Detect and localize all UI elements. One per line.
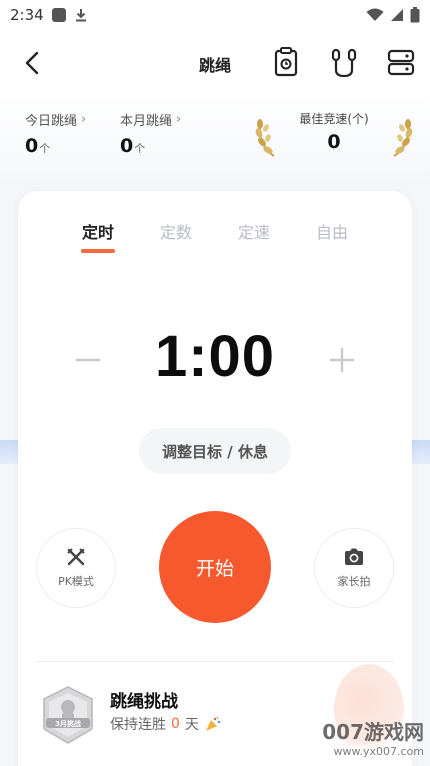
jump-rope-icon[interactable] bbox=[329, 46, 359, 78]
start-button[interactable]: 开始 bbox=[159, 511, 271, 623]
best-speed-stat: 最佳竞速(个) 0 bbox=[255, 110, 413, 160]
month-stat-value: 0个 bbox=[120, 135, 181, 157]
adjust-goal-rest-button[interactable]: 调整目标 / 休息 bbox=[139, 428, 291, 474]
active-tab-indicator bbox=[81, 249, 115, 253]
chevron-right-icon: › bbox=[81, 112, 87, 127]
pk-mode-button[interactable]: PK模式 bbox=[36, 528, 116, 608]
status-bar: 2:34 bbox=[0, 0, 430, 30]
today-stat-label[interactable]: 今日跳绳 › bbox=[25, 110, 86, 129]
tab-speed[interactable]: 定速 bbox=[224, 219, 284, 243]
today-stat-value: 0个 bbox=[25, 135, 86, 157]
signal-icon bbox=[391, 9, 403, 21]
tab-timed[interactable]: 定时 bbox=[68, 219, 128, 243]
best-speed-label: 最佳竞速(个) bbox=[299, 112, 369, 126]
challenge-medal-icon: 3月挑战 bbox=[43, 686, 93, 744]
best-speed-value: 0 bbox=[327, 131, 341, 153]
parent-shoot-label: 家长拍 bbox=[337, 575, 371, 588]
laurel-left-icon bbox=[255, 119, 275, 157]
decorative-blob bbox=[334, 664, 404, 754]
stats-panel: 今日跳绳 › 0个 本月跳绳 › 0个 最佳竞速(个) 0 bbox=[0, 96, 430, 186]
tab-free[interactable]: 自由 bbox=[302, 219, 362, 243]
today-stat-label-text: 今日跳绳 bbox=[25, 114, 78, 129]
medal-text: 3月挑战 bbox=[55, 719, 81, 728]
today-stat[interactable]: 今日跳绳 › 0个 bbox=[25, 110, 86, 157]
status-time: 2:34 bbox=[10, 6, 44, 24]
today-count: 0 bbox=[25, 135, 39, 157]
streak-unit: 天 bbox=[184, 717, 199, 733]
wifi-icon bbox=[366, 8, 384, 21]
app-header: 跳绳 bbox=[0, 30, 430, 96]
today-unit: 个 bbox=[39, 142, 51, 155]
crossed-swords-icon bbox=[67, 548, 85, 566]
download-icon bbox=[75, 9, 86, 22]
chevron-right-icon: › bbox=[176, 112, 182, 127]
clipboard-record-icon[interactable] bbox=[271, 46, 301, 78]
month-unit: 个 bbox=[134, 142, 146, 155]
month-stat-label[interactable]: 本月跳绳 › bbox=[120, 110, 181, 129]
divider bbox=[36, 661, 394, 662]
streak-prefix: 保持连胜 bbox=[110, 717, 166, 733]
battery-icon bbox=[410, 7, 420, 23]
challenge-title: 跳绳挑战 bbox=[110, 692, 178, 712]
laurel-right-icon bbox=[393, 119, 413, 157]
camera-icon bbox=[345, 548, 363, 565]
streak-count: 0 bbox=[171, 716, 180, 732]
parent-shoot-button[interactable]: 家长拍 bbox=[314, 528, 394, 608]
page-title: 跳绳 bbox=[198, 56, 231, 75]
challenge-subtitle: 保持连胜 0 天 bbox=[110, 714, 222, 734]
device-list-icon[interactable] bbox=[386, 46, 416, 78]
tab-count[interactable]: 定数 bbox=[146, 219, 206, 243]
month-count: 0 bbox=[120, 135, 134, 157]
notification-app-icon bbox=[51, 8, 66, 22]
month-stat-label-text: 本月跳绳 bbox=[120, 114, 173, 129]
month-stat[interactable]: 本月跳绳 › 0个 bbox=[120, 110, 181, 157]
increase-time-button[interactable] bbox=[328, 346, 356, 374]
pk-mode-label: PK模式 bbox=[58, 575, 94, 588]
mode-tabs: 定时 定数 定速 自由 bbox=[18, 219, 412, 259]
party-popper-icon bbox=[205, 716, 221, 731]
